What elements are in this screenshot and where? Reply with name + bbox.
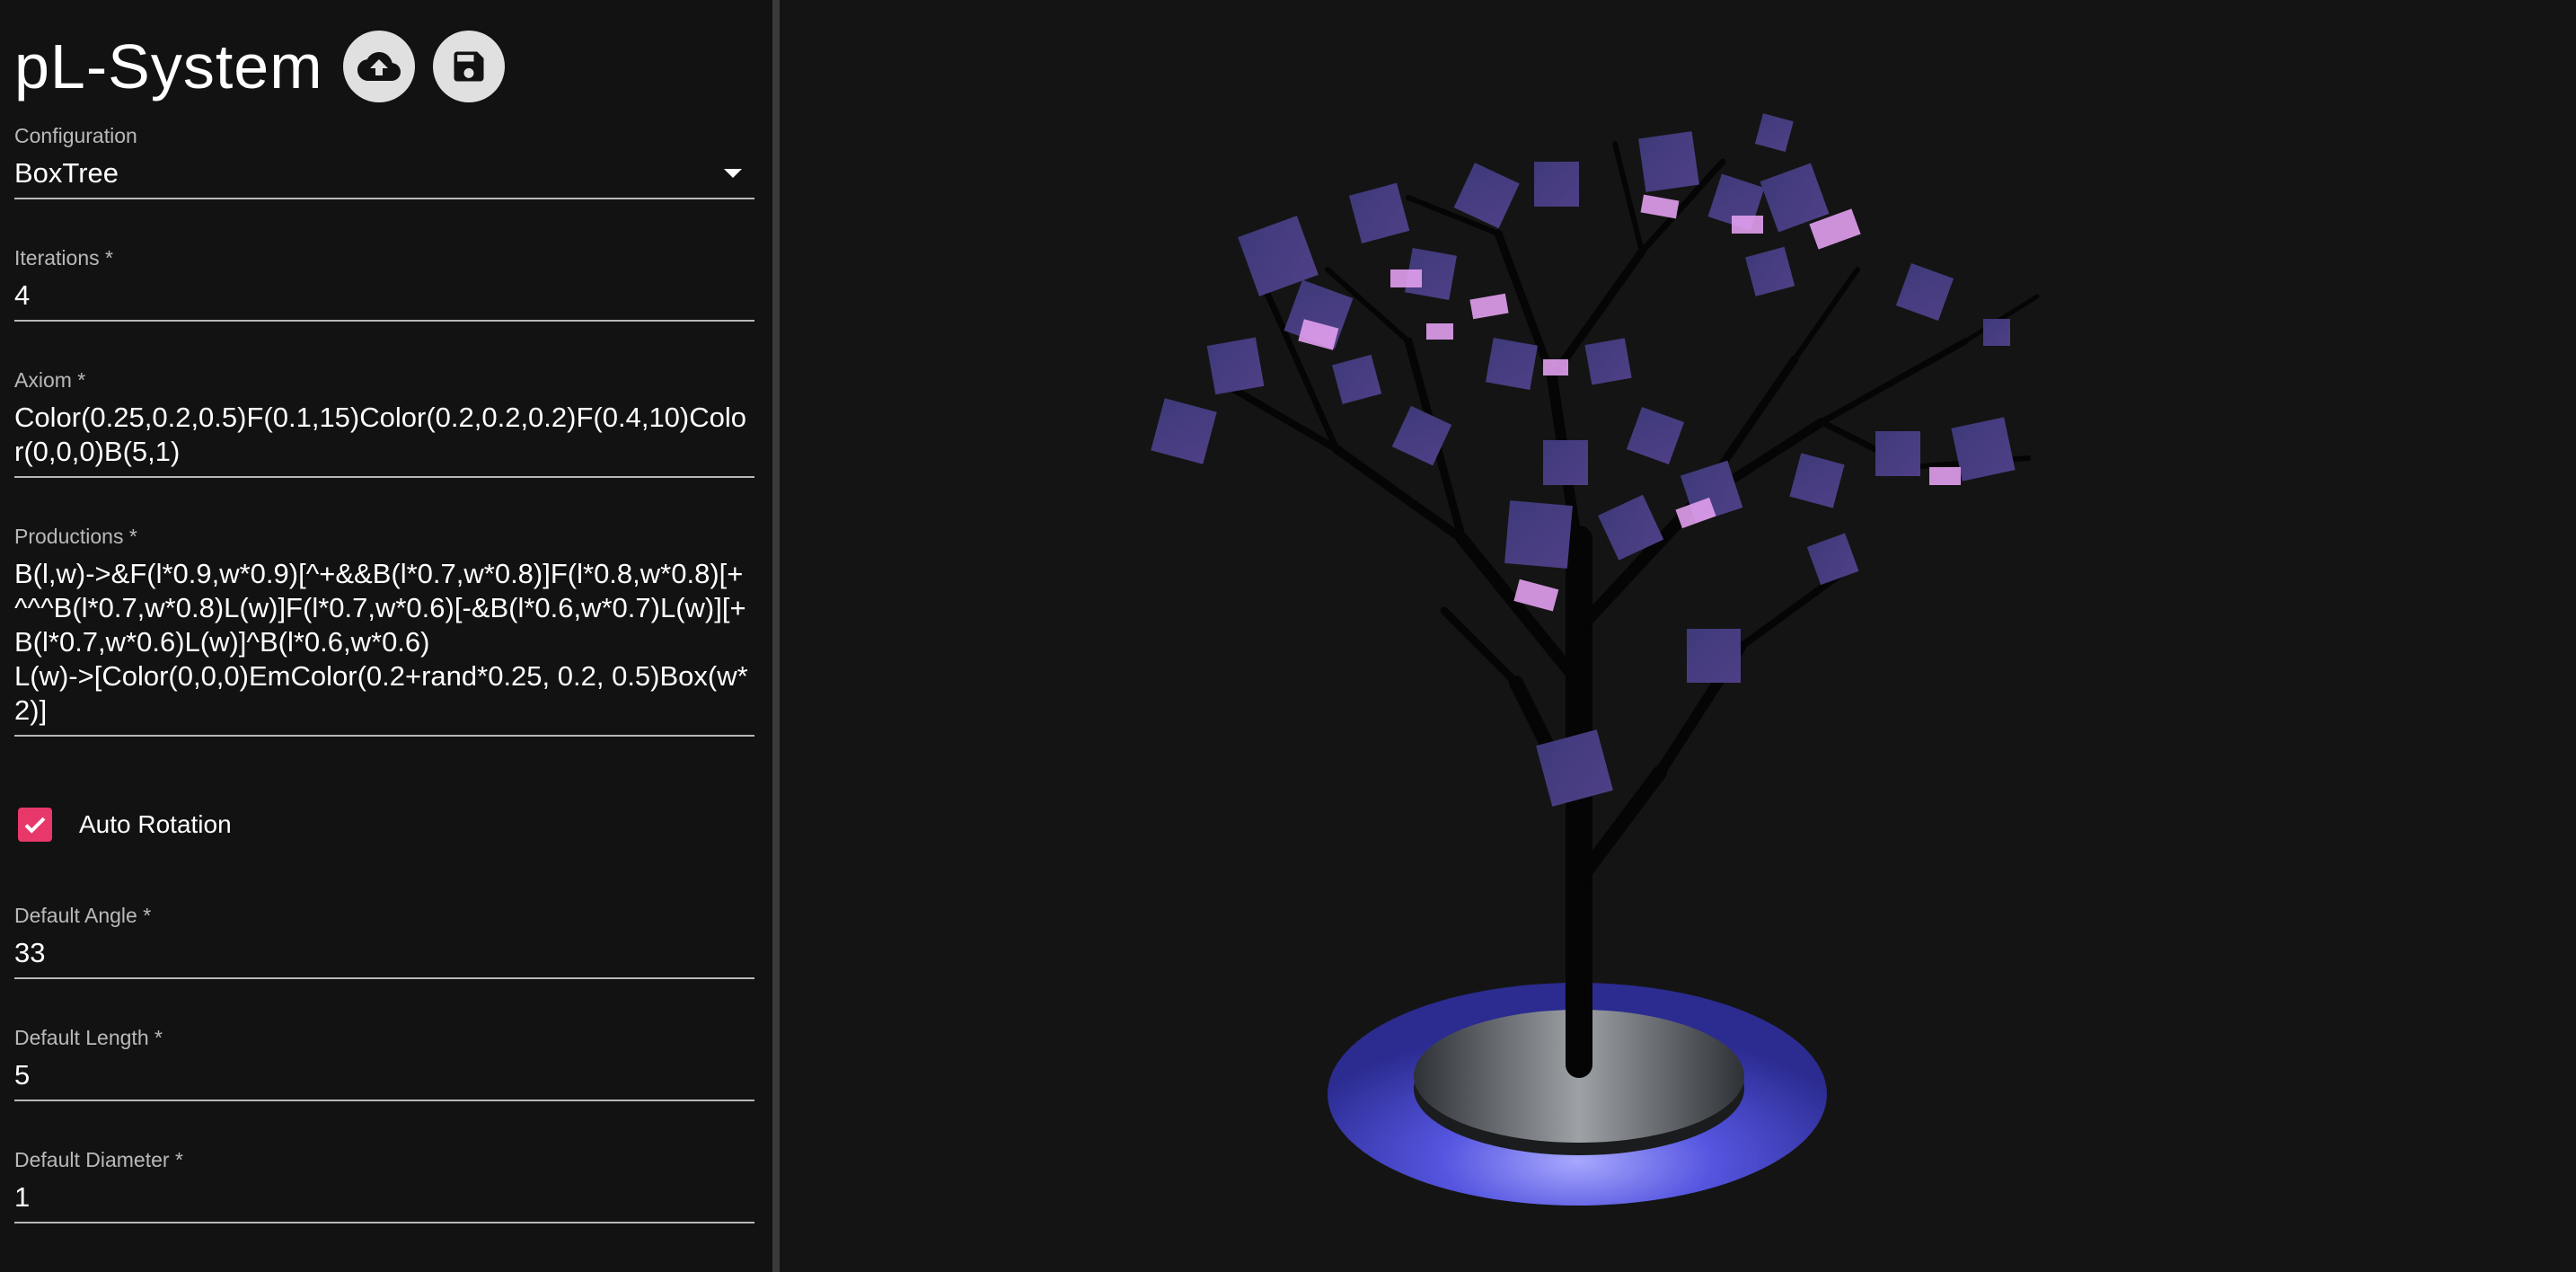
iterations-input[interactable]: 4 (14, 278, 754, 313)
productions-label: Productions * (14, 525, 137, 548)
auto-rotation-label: Auto Rotation (79, 810, 232, 838)
field-underline (14, 977, 754, 979)
field-underline (14, 735, 754, 737)
configuration-select[interactable]: Configuration BoxTree (14, 122, 754, 199)
cloud-upload-icon (357, 52, 401, 81)
default-diameter-input[interactable]: 1 (14, 1180, 754, 1215)
default-angle-input[interactable]: 33 (14, 936, 754, 970)
configuration-label: Configuration (14, 124, 137, 147)
configuration-value: BoxTree (14, 157, 119, 189)
field-underline (14, 476, 754, 478)
productions-input[interactable]: B(l,w)->&F(l*0.9,w*0.9)[^+&&B(l*0.7,w*0.… (14, 557, 754, 728)
productions-field[interactable]: Productions * B(l,w)->&F(l*0.9,w*0.9)[^+… (14, 523, 754, 737)
auto-rotation-checkbox[interactable] (18, 808, 52, 842)
default-angle-field[interactable]: Default Angle * 33 (14, 902, 754, 979)
app-root: pL-System Configuration BoxTree Iteratio… (0, 0, 2576, 1272)
default-diameter-field[interactable]: Default Diameter * 1 (14, 1146, 754, 1223)
default-length-input[interactable]: 5 (14, 1058, 754, 1092)
save-icon (454, 51, 484, 82)
upload-button[interactable] (342, 31, 415, 102)
resize-handle[interactable] (772, 0, 780, 1272)
save-button[interactable] (432, 31, 505, 102)
header: pL-System (14, 25, 523, 108)
axiom-input[interactable]: Color(0.25,0.2,0.5)F(0.1,15)Color(0.2,0.… (14, 401, 754, 469)
auto-rotation-toggle[interactable]: Auto Rotation (18, 803, 232, 846)
default-length-label: Default Length * (14, 1026, 163, 1049)
field-underline (14, 1222, 754, 1223)
field-underline (14, 320, 754, 322)
field-underline (14, 198, 754, 199)
axiom-label: Axiom * (14, 368, 86, 392)
chevron-down-icon[interactable] (724, 169, 742, 178)
tree-render (1151, 113, 2040, 1206)
settings-sidebar: pL-System Configuration BoxTree Iteratio… (0, 0, 772, 1272)
default-angle-label: Default Angle * (14, 904, 152, 927)
app-title: pL-System (14, 31, 323, 102)
iterations-label: Iterations * (14, 246, 113, 269)
default-length-field[interactable]: Default Length * 5 (14, 1024, 754, 1101)
iterations-field[interactable]: Iterations * 4 (14, 244, 754, 322)
field-underline (14, 1100, 754, 1101)
3d-viewport[interactable] (780, 0, 2576, 1272)
default-diameter-label: Default Diameter * (14, 1148, 183, 1171)
axiom-field[interactable]: Axiom * Color(0.25,0.2,0.5)F(0.1,15)Colo… (14, 367, 754, 478)
check-icon (24, 817, 46, 834)
